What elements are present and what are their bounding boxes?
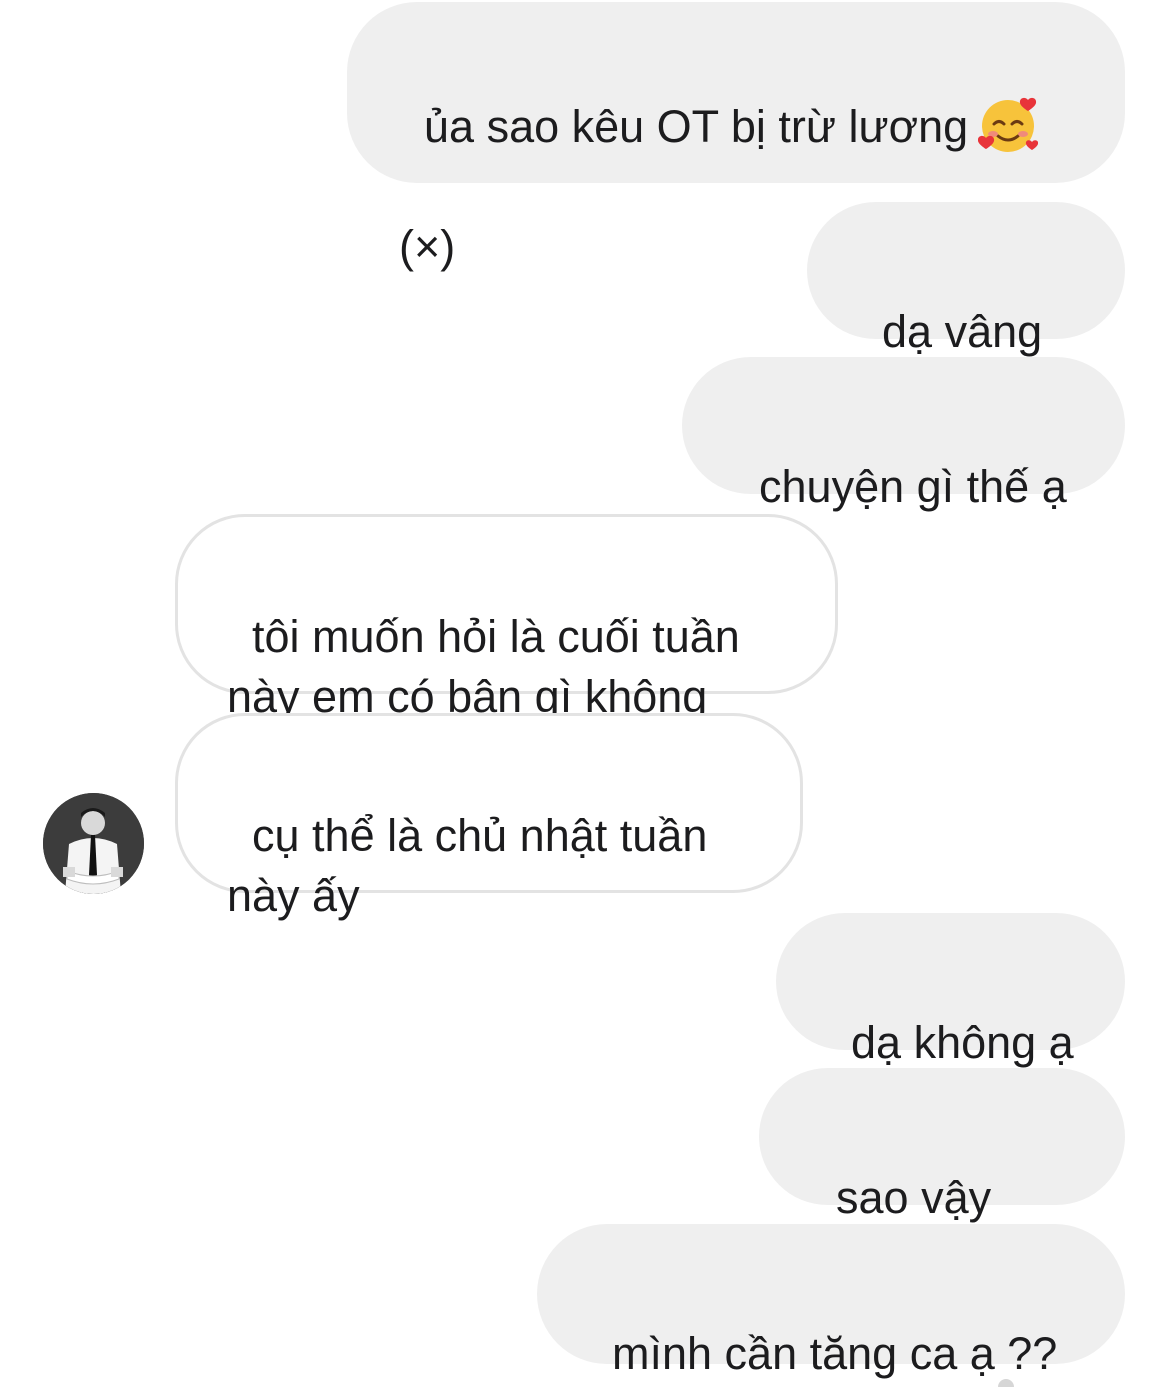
message-bubble-received[interactable]: tôi muốn hỏi là cuối tuần này em có bận … bbox=[175, 514, 838, 722]
message-text: cụ thể là chủ nhật tuần này ấy bbox=[227, 810, 708, 921]
sender-avatar[interactable] bbox=[43, 793, 144, 894]
message-text: dạ không ạ bbox=[851, 1017, 1074, 1068]
profile-photo-man-in-suit-icon bbox=[43, 793, 144, 894]
smiling-face-with-hearts-icon bbox=[978, 94, 1039, 154]
message-bubble-sent[interactable]: dạ vâng ạ bbox=[807, 202, 1125, 417]
message-text: mình cần tăng ca ạ ?? bbox=[612, 1328, 1058, 1379]
message-bubble-sent[interactable]: ủa sao kêu OT bị trừ lương (×) bbox=[347, 2, 1125, 272]
message-bubble-sent[interactable]: dạ không ạ bbox=[776, 913, 1125, 1068]
message-bubble-sent[interactable]: mình cần tăng ca ạ ?? bbox=[537, 1224, 1125, 1379]
message-text: chuyện gì thế ạ bbox=[759, 461, 1067, 512]
message-bubble-sent[interactable]: sao vậy sếp bbox=[759, 1068, 1125, 1283]
message-text: tôi muốn hỏi là cuối tuần này em có bận … bbox=[227, 611, 740, 722]
message-bubble-received[interactable]: cụ thể là chủ nhật tuần này ấy bbox=[175, 713, 803, 921]
message-bubble-sent[interactable]: chuyện gì thế ạ bbox=[682, 357, 1125, 512]
message-text: ủa sao kêu OT bị trừ lương bbox=[424, 101, 969, 152]
